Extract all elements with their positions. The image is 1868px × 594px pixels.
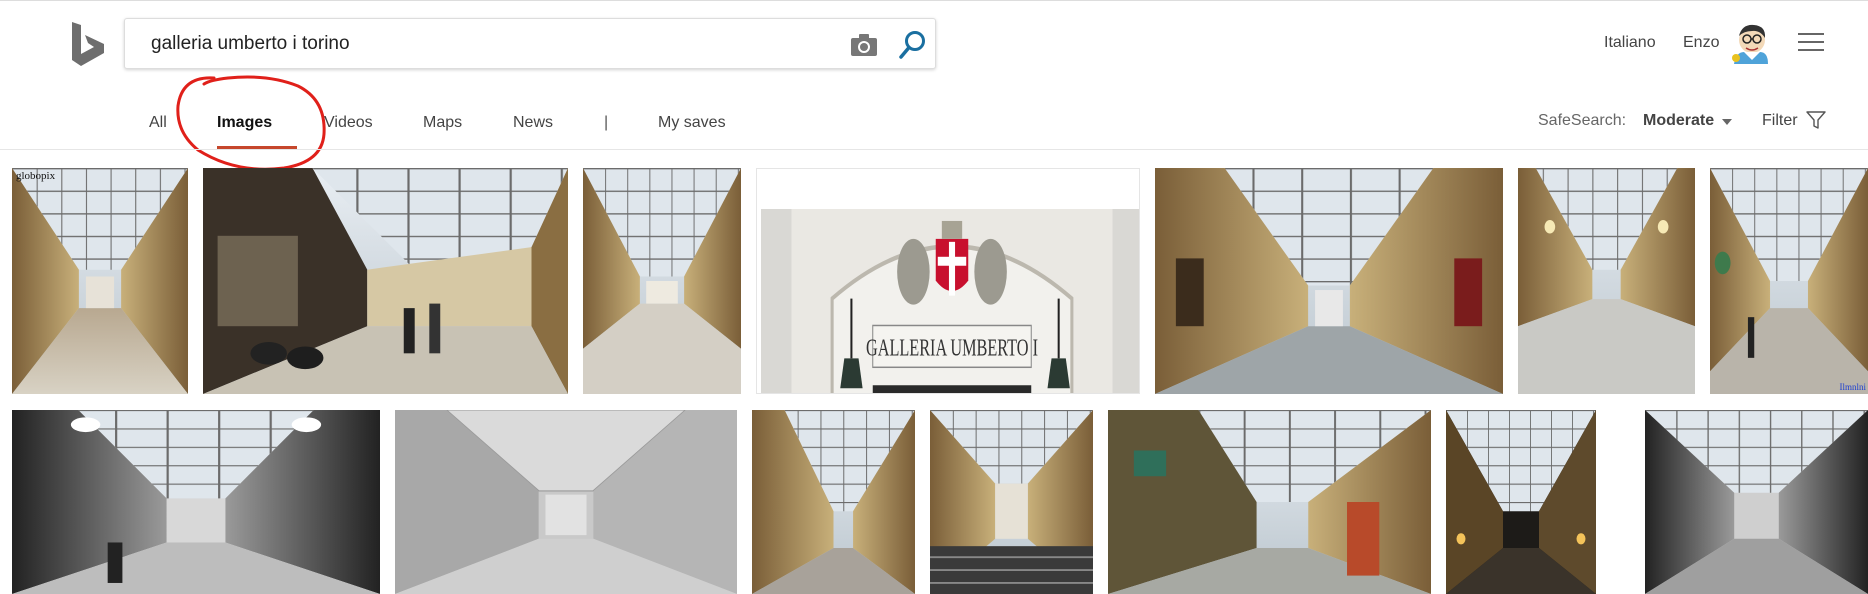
image-watermark: Ilmnlni (1839, 382, 1867, 392)
tab-videos[interactable]: Videos (324, 114, 373, 132)
tab-news[interactable]: News (513, 114, 553, 132)
tab-images[interactable]: Images (217, 114, 272, 132)
user-avatar[interactable] (1730, 22, 1770, 64)
image-watermark: globopix (16, 170, 56, 182)
tab-maps[interactable]: Maps (423, 114, 462, 132)
tabs-divider (0, 149, 1868, 150)
image-result[interactable] (930, 410, 1093, 594)
image-result[interactable] (1446, 410, 1596, 594)
image-result[interactable] (203, 168, 568, 394)
filter-icon[interactable] (1806, 110, 1826, 130)
safesearch-dropdown[interactable]: Moderate (1643, 112, 1714, 130)
language-link[interactable]: Italiano (1604, 34, 1656, 52)
image-result[interactable] (583, 168, 741, 394)
search-icon[interactable] (897, 29, 927, 61)
image-result[interactable] (1518, 168, 1695, 394)
menu-icon[interactable] (1798, 33, 1824, 53)
sign-text: GALLERIA UMBERTO I (866, 335, 1038, 361)
chevron-down-icon[interactable] (1722, 119, 1732, 125)
filter-button[interactable]: Filter (1762, 112, 1798, 130)
image-result[interactable] (752, 410, 915, 594)
search-box (124, 18, 936, 69)
bing-logo-icon[interactable] (70, 20, 106, 68)
safesearch-label: SafeSearch: (1538, 112, 1627, 129)
image-result[interactable] (1155, 168, 1503, 394)
image-result[interactable] (395, 410, 737, 594)
top-border (0, 0, 1868, 1)
search-input[interactable] (151, 31, 831, 57)
tab-my-saves[interactable]: My saves (658, 114, 726, 132)
image-result[interactable]: Ilmnlni (1710, 168, 1868, 394)
image-result[interactable] (12, 410, 380, 594)
image-result[interactable] (1645, 410, 1868, 594)
tab-separator: | (604, 114, 609, 131)
image-result[interactable]: globopix (12, 168, 188, 394)
username-link[interactable]: Enzo (1683, 34, 1719, 52)
tab-all[interactable]: All (149, 114, 167, 132)
image-result[interactable] (1108, 410, 1431, 594)
camera-icon[interactable] (850, 33, 878, 57)
image-result[interactable]: GALLERIA UMBERTO I (756, 168, 1140, 394)
